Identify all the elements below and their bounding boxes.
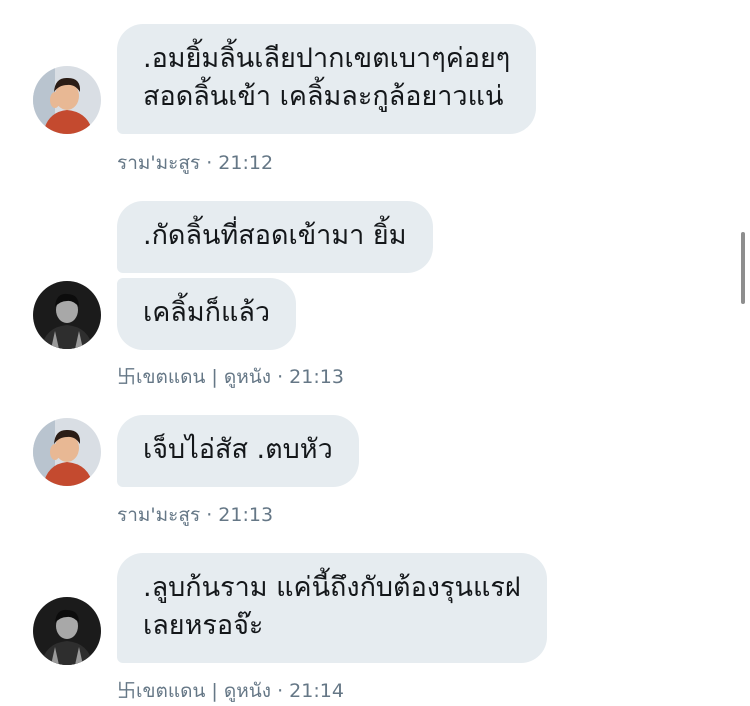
- message-text: .ลูบก้นราม แค่นี้ถึงกับต้องรุนแรฝ: [143, 572, 521, 603]
- message-bubble[interactable]: .อมยิ้มลิ้นเลียปากเขตเบาๆค่อยๆ สอดลิ้นเข…: [117, 24, 537, 134]
- message-text: .อมยิ้มลิ้นเลียปากเขตเบาๆค่อยๆ: [143, 43, 511, 74]
- message-meta: 卐เขตแดน | ดูหนัง · 21:13: [117, 362, 344, 392]
- avatar-ram[interactable]: [33, 66, 101, 134]
- timestamp: 21:13: [289, 366, 344, 388]
- sender-name[interactable]: 卐เขตแดน | ดูหนัง: [117, 680, 271, 702]
- message-bubble[interactable]: เจ็บไอ่สัส .ตบหัว: [117, 415, 359, 487]
- meta-separator: ·: [277, 366, 290, 388]
- avatar-khetdaen[interactable]: [33, 281, 101, 349]
- message-text: เจ็บไอ่สัส .ตบหัว: [143, 434, 333, 465]
- message-bubble[interactable]: .ลูบก้นราม แค่นี้ถึงกับต้องรุนแรฝ เลยหรอ…: [117, 553, 547, 663]
- timestamp: 21:13: [218, 504, 274, 526]
- message-meta: 卐เขตแดน | ดูหนัง · 21:14: [117, 676, 344, 706]
- meta-separator: ·: [206, 504, 219, 526]
- profile-photo-monochrome-icon: [33, 597, 101, 665]
- message-meta: ราม'มะสูร · 21:13: [117, 500, 273, 530]
- timestamp: 21:14: [289, 680, 344, 702]
- sender-name[interactable]: ราม'มะสูร: [117, 504, 200, 526]
- timestamp: 21:12: [218, 152, 274, 174]
- message-bubble[interactable]: .กัดลิ้นที่สอดเข้ามา ยิ้ม: [117, 201, 433, 273]
- meta-separator: ·: [277, 680, 290, 702]
- profile-photo-pink-shirt-icon: [33, 66, 101, 134]
- avatar-ram[interactable]: [33, 418, 101, 486]
- profile-photo-pink-shirt-icon: [33, 418, 101, 486]
- profile-photo-monochrome-icon: [33, 281, 101, 349]
- sender-name[interactable]: ราม'มะสูร: [117, 152, 200, 174]
- message-text: สอดลิ้นเข้า เคลิ้มละกูล้อยาวแน่: [143, 81, 504, 112]
- sender-name[interactable]: 卐เขตแดน | ดูหนัง: [117, 366, 271, 388]
- meta-separator: ·: [206, 152, 219, 174]
- message-text: เลยหรอจ๊ะ: [143, 610, 264, 641]
- scrollbar-thumb[interactable]: [741, 232, 745, 304]
- message-text: เคลิ้มก็แล้ว: [143, 297, 271, 328]
- message-bubble[interactable]: เคลิ้มก็แล้ว: [117, 278, 297, 350]
- message-meta: ราม'มะสูร · 21:12: [117, 148, 273, 178]
- avatar-khetdaen[interactable]: [33, 597, 101, 665]
- message-text: .กัดลิ้นที่สอดเข้ามา ยิ้ม: [143, 220, 407, 251]
